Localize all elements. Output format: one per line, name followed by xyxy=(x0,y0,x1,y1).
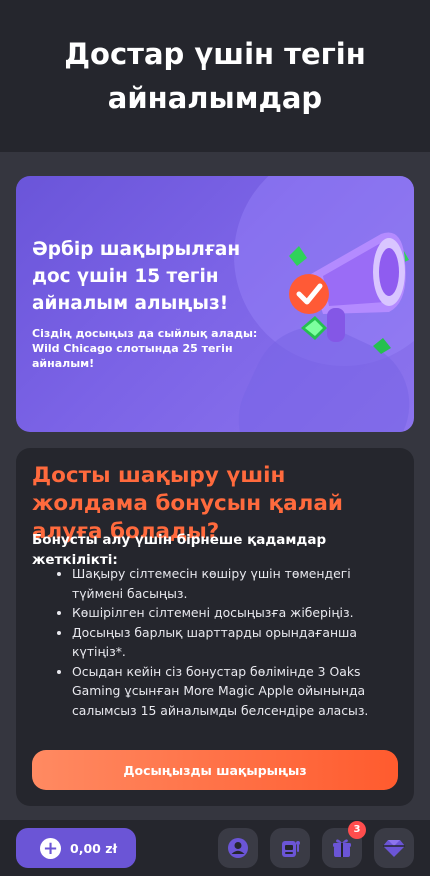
promo-subtitle: Сіздің досыңыз да сыйлық алады: Wild Chi… xyxy=(32,327,258,370)
invite-friend-button[interactable]: Досыңызды шақырыңыз xyxy=(32,750,398,790)
gift-icon xyxy=(333,839,351,857)
balance-button[interactable]: + 0,00 zł xyxy=(16,828,136,868)
list-item: Көшірілген сілтемені досыңызға жіберіңіз… xyxy=(72,603,394,623)
list-item: Шақыру сілтемесін көшіру үшін төмендегі … xyxy=(72,564,394,603)
user-icon xyxy=(228,838,248,858)
notification-badge: 3 xyxy=(348,821,366,839)
referral-instructions-card: Досты шақыру үшін жолдама бонусын қалай … xyxy=(16,448,414,806)
balance-amount: 0,00 zł xyxy=(70,840,118,856)
bottom-bar: + 0,00 zł 3 xyxy=(0,820,430,876)
list-item: Досыңыз барлық шарттарды орындағанша күт… xyxy=(72,623,394,662)
page-header: Достар үшін тегін айналымдар xyxy=(0,0,430,152)
slot-machine-icon xyxy=(282,841,300,857)
megaphone-icon xyxy=(289,232,409,354)
profile-button[interactable] xyxy=(218,828,258,868)
bonuses-button[interactable]: 3 xyxy=(322,821,366,868)
diamond-icon xyxy=(383,840,405,857)
slots-button[interactable] xyxy=(270,828,310,868)
vip-button[interactable] xyxy=(374,828,414,868)
list-item: Осыдан кейін сіз бонустар бөлімінде 3 Oa… xyxy=(72,662,394,721)
promo-banner: Әрбір шақырылған дос үшін 15 тегін айнал… xyxy=(16,176,414,432)
promo-title: Әрбір шақырылған дос үшін 15 тегін айнал… xyxy=(32,239,241,314)
page-title: Достар үшін тегін айналымдар xyxy=(64,37,366,115)
plus-icon: + xyxy=(40,837,61,859)
steps-list: Шақыру сілтемесін көшіру үшін төмендегі … xyxy=(54,564,394,720)
